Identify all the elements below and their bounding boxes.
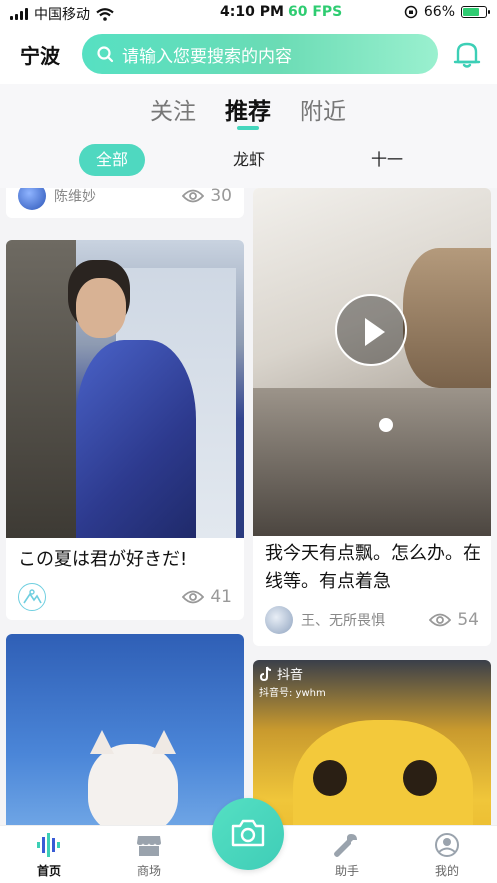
- view-count: 41: [182, 587, 232, 607]
- view-count: 30: [182, 188, 232, 206]
- avatar[interactable]: [18, 583, 46, 611]
- top-header: 宁波 请输入您要搜索的内容: [0, 26, 497, 84]
- orientation-lock-icon: [404, 5, 418, 19]
- play-button[interactable]: [335, 294, 407, 366]
- fps-counter: 60 FPS: [288, 4, 343, 20]
- status-bar: 中国移动 4:10 PM 60 FPS 66%: [0, 0, 497, 26]
- search-bar[interactable]: 请输入您要搜索的内容: [82, 34, 438, 74]
- shop-icon: [137, 836, 161, 856]
- chip-all[interactable]: 全部: [79, 144, 145, 176]
- author-name[interactable]: 陈维妙: [54, 188, 182, 206]
- mountain-logo-icon: [23, 589, 42, 604]
- battery-icon: [461, 6, 490, 18]
- signal-icon: [10, 8, 28, 20]
- eye-icon: [182, 590, 205, 604]
- feed-card[interactable]: 陈维妙 30: [6, 188, 244, 218]
- camera-button[interactable]: [212, 798, 284, 870]
- feed-card[interactable]: [6, 634, 244, 825]
- feed-card[interactable]: 抖音 抖音号: ywhm: [253, 660, 491, 825]
- camera-icon: [231, 819, 265, 847]
- feed-card[interactable]: この夏は君が好きだ! 41: [6, 240, 244, 620]
- feed-grid: 陈维妙 30 この夏は君が好きだ! 41 我今天有点飘。怎么办。在线等。有点着急…: [0, 188, 497, 825]
- douyin-watermark: 抖音: [259, 664, 303, 683]
- nav-shop[interactable]: 商场: [119, 832, 179, 879]
- search-placeholder: 请输入您要搜索的内容: [122, 46, 292, 67]
- nav-profile[interactable]: 我的: [417, 832, 477, 879]
- clock: 4:10 PM: [220, 4, 284, 20]
- nav-assistant[interactable]: 助手: [317, 832, 377, 879]
- author-name[interactable]: 王、无所畏惧: [301, 610, 429, 630]
- nav-home[interactable]: 首页: [19, 832, 79, 879]
- search-icon: [97, 46, 114, 63]
- avatar[interactable]: [265, 606, 293, 634]
- view-count: 54: [429, 610, 479, 630]
- chip-eleven[interactable]: 十一: [360, 144, 414, 176]
- chip-lobster[interactable]: 龙虾: [222, 144, 276, 176]
- carrier-name: 中国移动: [34, 7, 90, 23]
- feed-tabs: 关注 推荐 附近: [0, 84, 497, 136]
- tab-follow[interactable]: 关注: [150, 92, 196, 126]
- post-image: [6, 240, 244, 538]
- feed-card[interactable]: 我今天有点飘。怎么办。在线等。有点着急 王、无所畏惧 54: [253, 188, 491, 646]
- douyin-logo-icon: [259, 666, 272, 681]
- tab-nearby[interactable]: 附近: [300, 92, 346, 126]
- tab-recommend[interactable]: 推荐: [225, 92, 271, 126]
- post-image: [6, 634, 244, 825]
- active-tab-indicator: [237, 126, 259, 130]
- home-wave-icon: [37, 833, 60, 857]
- douyin-id: 抖音号: ywhm: [259, 688, 326, 699]
- category-chips: 全部 龙虾 十一: [0, 136, 497, 188]
- wrench-icon: [334, 834, 357, 857]
- wifi-icon: [96, 7, 114, 21]
- battery-percent: 66%: [423, 4, 455, 20]
- eye-icon: [182, 189, 205, 203]
- post-title[interactable]: この夏は君が好きだ!: [18, 546, 234, 574]
- post-title[interactable]: 我今天有点飘。怎么办。在线等。有点着急: [265, 540, 481, 596]
- eye-icon: [429, 613, 452, 627]
- avatar[interactable]: [18, 188, 46, 210]
- city-selector[interactable]: 宁波: [20, 40, 60, 69]
- profile-icon: [435, 833, 459, 857]
- bell-icon[interactable]: [452, 38, 482, 70]
